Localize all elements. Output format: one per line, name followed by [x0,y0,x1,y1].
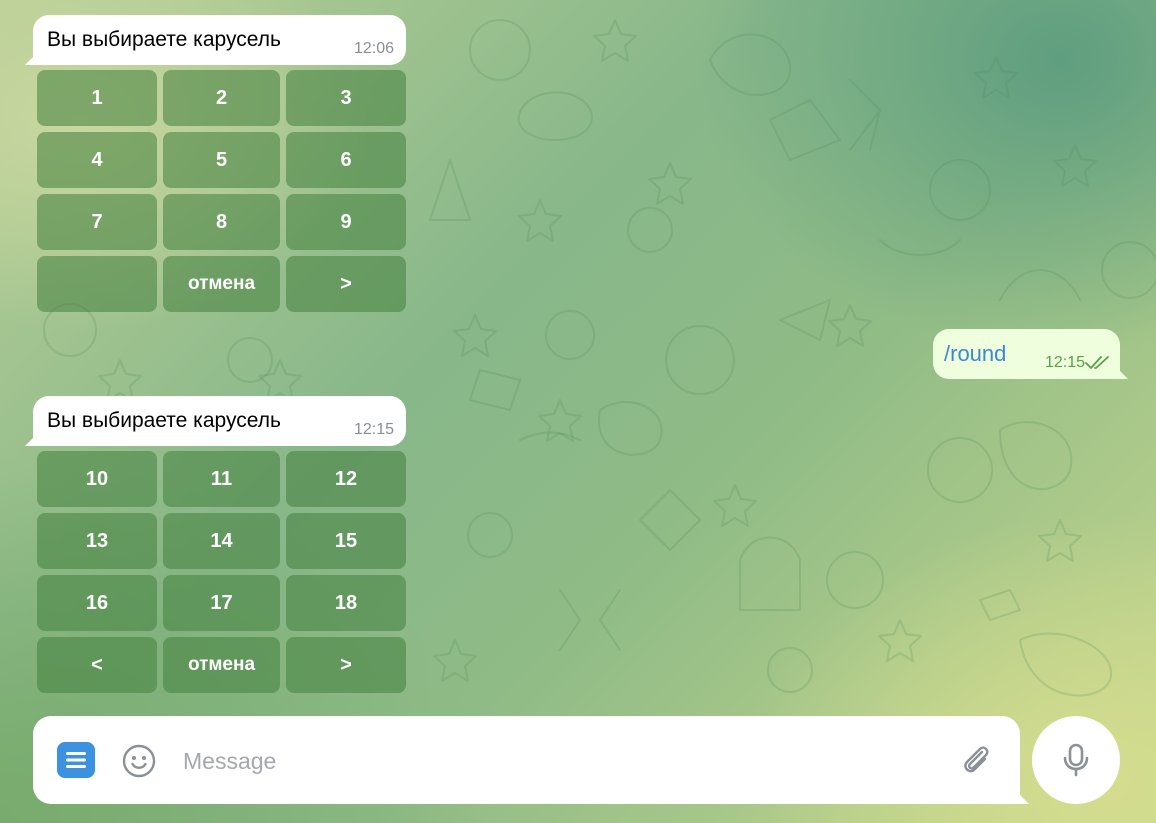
keyboard-button-9[interactable]: 9 [286,194,406,250]
menu-icon [66,752,86,768]
keyboard-button-17[interactable]: 17 [163,575,280,631]
keyboard-button-1[interactable]: 1 [37,70,157,126]
message-input[interactable] [181,738,945,784]
next-page-button[interactable]: > [286,256,406,312]
keyboard-button-16[interactable]: 16 [37,575,157,631]
message-composer [33,716,1020,804]
keyboard-button-8[interactable]: 8 [163,194,280,250]
voice-record-button[interactable] [1032,716,1120,804]
keyboard-button-6[interactable]: 6 [286,132,406,188]
inline-keyboard: 10 11 12 13 14 15 16 17 18 < отмена > [37,451,406,693]
keyboard-button-7[interactable]: 7 [37,194,157,250]
message-text: Вы выбираете карусель [47,409,281,432]
microphone-icon [1063,743,1089,777]
keyboard-button-18[interactable]: 18 [286,575,406,631]
prev-page-button[interactable]: < [37,637,157,693]
keyboard-button-10[interactable]: 10 [37,451,157,507]
message-time: 12:15 [1044,354,1085,371]
next-page-button[interactable]: > [286,637,406,693]
message-text: /round [944,341,1007,366]
keyboard-button-13[interactable]: 13 [37,513,157,569]
bot-menu-button[interactable] [57,742,95,778]
keyboard-button-15[interactable]: 15 [286,513,406,569]
keyboard-button-12[interactable]: 12 [286,451,406,507]
keyboard-button-3[interactable]: 3 [286,70,406,126]
cancel-button[interactable]: отмена [163,256,280,312]
inline-keyboard: 1 2 3 4 5 6 7 8 9 отмена > [37,70,406,312]
keyboard-button-4[interactable]: 4 [37,132,157,188]
double-check-icon [1085,356,1109,369]
incoming-message: Вы выбираете карусель 12:15 [33,396,406,446]
keyboard-button-empty[interactable] [37,256,157,312]
message-text: Вы выбираете карусель [47,28,281,51]
cancel-button[interactable]: отмена [163,637,280,693]
message-time: 12:06 [353,40,394,57]
paperclip-icon[interactable] [958,742,994,778]
smile-icon[interactable] [121,743,157,779]
outgoing-message: /round 12:15 [933,329,1120,379]
message-time: 12:15 [353,421,394,438]
keyboard-button-11[interactable]: 11 [163,451,280,507]
keyboard-button-2[interactable]: 2 [163,70,280,126]
keyboard-button-14[interactable]: 14 [163,513,280,569]
incoming-message: Вы выбираете карусель 12:06 [33,15,406,65]
keyboard-button-5[interactable]: 5 [163,132,280,188]
